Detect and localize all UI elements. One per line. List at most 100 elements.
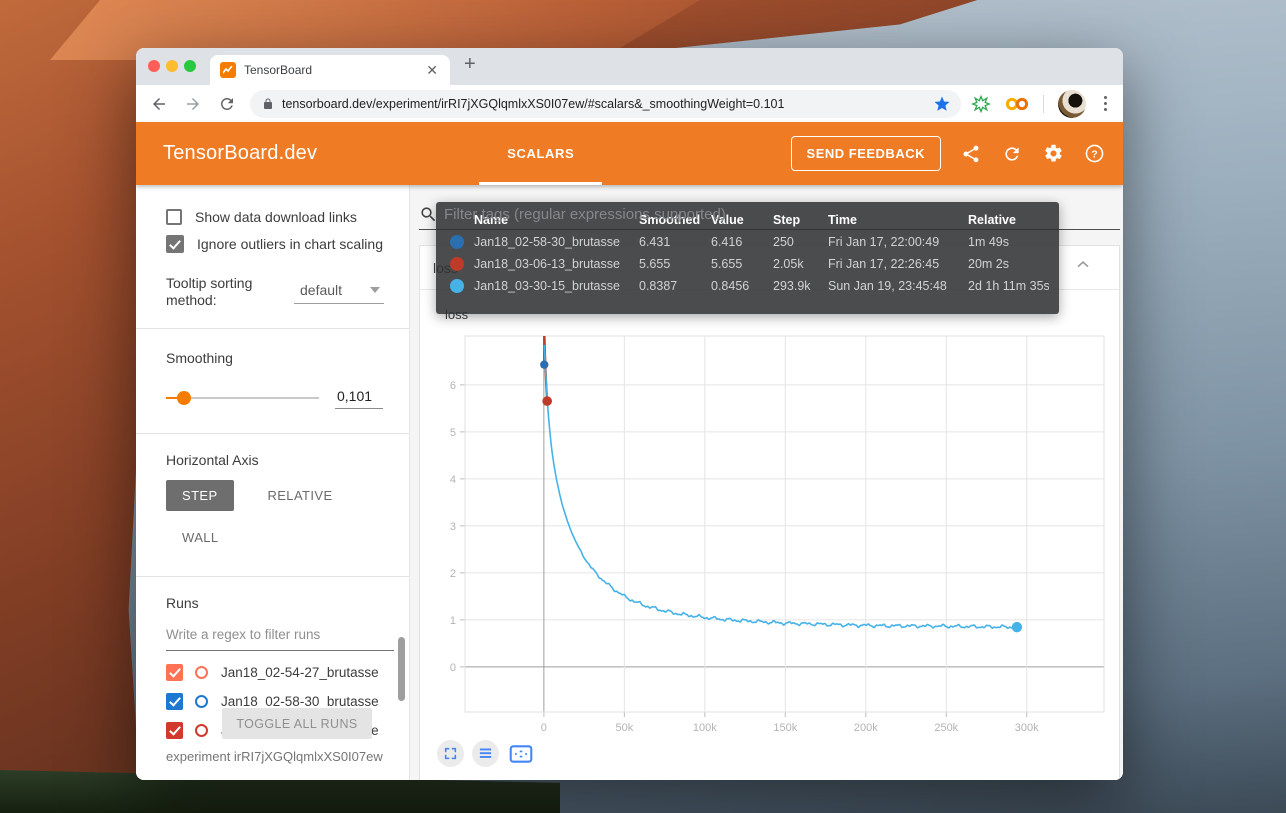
- tooltip-cell: Jan18_02-58-30_brutasse: [474, 231, 639, 253]
- tensorboard-favicon: [220, 62, 236, 78]
- tooltip-cell: Sun Jan 19, 23:45:48: [828, 275, 968, 297]
- main-content: Filter tags (regular expressions support…: [410, 185, 1123, 780]
- tooltip-row-dot-cell: [444, 253, 474, 275]
- expand-card-icon[interactable]: [437, 740, 464, 767]
- run-color-dot: [450, 279, 464, 293]
- tooltip-cell: 0.8456: [711, 275, 773, 297]
- axis-label-x: 0: [541, 722, 547, 734]
- tooltip-cell: Jan18_03-06-13_brutasse: [474, 253, 639, 275]
- run-color-circle: [195, 724, 208, 737]
- url-text: tensorboard.dev/experiment/irRI7jXGQlqml…: [282, 97, 933, 111]
- tab-title: TensorBoard: [244, 63, 424, 77]
- run-color-dot: [450, 257, 464, 271]
- axis-wall-button[interactable]: WALL: [166, 522, 235, 553]
- close-window-button[interactable]: [148, 60, 160, 72]
- toggle-all-runs-button[interactable]: TOGGLE ALL RUNS: [222, 708, 372, 739]
- axis-label-y: 0: [450, 662, 456, 674]
- data-options-icon[interactable]: [472, 740, 499, 767]
- run-row[interactable]: Jan18_02-54-27_brutasse: [166, 658, 409, 687]
- forward-icon[interactable]: [182, 93, 204, 115]
- ignore-outliers-row[interactable]: Ignore outliers in chart scaling: [166, 235, 409, 253]
- new-tab-button[interactable]: +: [464, 53, 476, 76]
- tab-close-icon[interactable]: ✕: [424, 62, 440, 79]
- send-feedback-button[interactable]: SEND FEEDBACK: [791, 136, 941, 171]
- axis-label-y: 5: [450, 427, 456, 439]
- run-color-circle: [195, 695, 208, 708]
- bookmark-star-icon[interactable]: [933, 95, 951, 113]
- ignore-outliers-checkbox[interactable]: [166, 235, 184, 253]
- axis-step-button[interactable]: STEP: [166, 480, 234, 511]
- ignore-outliers-label: Ignore outliers in chart scaling: [197, 236, 383, 252]
- horizontal-axis-label: Horizontal Axis: [166, 452, 409, 468]
- show-download-links-checkbox[interactable]: [166, 209, 182, 225]
- axis-relative-button[interactable]: RELATIVE: [251, 480, 348, 511]
- run-checkbox[interactable]: [166, 722, 183, 739]
- settings-sidebar: Show data download links Ignore outliers…: [136, 185, 410, 780]
- tooltip-column-header: Step: [773, 209, 828, 231]
- filter-tags-input[interactable]: Filter tags (regular expressions support…: [444, 206, 726, 223]
- tooltip-cell: 2d 1h 11m 35s: [968, 275, 1049, 297]
- axis-label-x: 100k: [693, 722, 717, 734]
- divider: [1043, 95, 1044, 113]
- runs-filter-input[interactable]: [166, 623, 394, 651]
- profile-avatar[interactable]: [1058, 90, 1086, 118]
- tooltip-row-dot-cell: [444, 275, 474, 297]
- axis-label-y: 6: [450, 380, 456, 392]
- axis-label-y: 3: [450, 521, 456, 533]
- browser-tab[interactable]: TensorBoard ✕: [210, 55, 450, 85]
- run-color-dot: [450, 235, 464, 249]
- tooltip-cell: Jan18_03-30-15_brutasse: [474, 275, 639, 297]
- runs-scrollbar[interactable]: [398, 637, 405, 701]
- extension-star-icon[interactable]: [971, 94, 991, 114]
- axis-label-x: 300k: [1015, 722, 1039, 734]
- loss-chart-svg[interactable]: 0123456050k100k150k200k250k300kloss: [420, 299, 1120, 739]
- loss-card: loss 0123456050k100k150k200k250k300kloss: [419, 245, 1120, 780]
- axis-label-y: 4: [450, 474, 456, 486]
- show-download-links-label: Show data download links: [195, 209, 357, 225]
- tooltip-sorting-label: Tooltip sorting method:: [166, 275, 294, 309]
- colab-icon[interactable]: [1005, 96, 1029, 112]
- tooltip-cell: Fri Jan 17, 22:00:49: [828, 231, 968, 253]
- browser-menu-icon[interactable]: [1100, 92, 1112, 116]
- run-label: Jan18_02-54-27_brutasse: [221, 665, 379, 680]
- axis-label-y: 1: [450, 615, 456, 627]
- app-title: TensorBoard.dev: [163, 142, 317, 165]
- chevron-down-icon: [370, 287, 380, 293]
- tooltip-sorting-select[interactable]: default: [294, 280, 384, 304]
- marker-dot: [540, 360, 548, 368]
- tab-scalars[interactable]: SCALARS: [479, 122, 602, 185]
- url-bar: tensorboard.dev/experiment/irRI7jXGQlqml…: [136, 85, 1123, 122]
- tooltip-cell: 1m 49s: [968, 231, 1049, 253]
- tooltip-cell: 5.655: [639, 253, 711, 275]
- minimize-window-button[interactable]: [166, 60, 178, 72]
- lock-icon: [262, 97, 274, 111]
- reload-icon[interactable]: [216, 93, 238, 115]
- smoothing-value-input[interactable]: [335, 386, 383, 409]
- back-icon[interactable]: [148, 93, 170, 115]
- axis-label-x: 250k: [934, 722, 958, 734]
- share-icon[interactable]: [960, 143, 982, 165]
- tooltip-cell: 250: [773, 231, 828, 253]
- run-label: Jan18_02-58-30_brutasse: [221, 694, 379, 709]
- run-checkbox[interactable]: [166, 664, 183, 681]
- tensorboard-header: TensorBoard.dev SCALARS SEND FEEDBACK ?: [136, 122, 1123, 185]
- series-path: [544, 345, 1016, 628]
- loss-chart[interactable]: 0123456050k100k150k200k250k300kloss: [420, 299, 1119, 739]
- smoothing-slider-knob[interactable]: [177, 391, 191, 405]
- fullscreen-window-button[interactable]: [184, 60, 196, 72]
- refresh-icon[interactable]: [1001, 143, 1023, 165]
- show-download-links-row[interactable]: Show data download links: [166, 209, 409, 225]
- settings-gear-icon[interactable]: [1042, 143, 1064, 165]
- card-footer: [420, 740, 1119, 767]
- fit-domain-icon[interactable]: [507, 740, 534, 767]
- browser-actions: [971, 90, 1112, 118]
- tooltip-row-dot-cell: [444, 231, 474, 253]
- smoothing-slider[interactable]: [166, 397, 319, 399]
- collapse-chevron-icon[interactable]: [1073, 255, 1093, 280]
- run-checkbox[interactable]: [166, 693, 183, 710]
- help-icon[interactable]: ?: [1083, 143, 1105, 165]
- tooltip-cell: 20m 2s: [968, 253, 1049, 275]
- tooltip-cell: 0.8387: [639, 275, 711, 297]
- run-color-circle: [195, 666, 208, 679]
- address-input[interactable]: tensorboard.dev/experiment/irRI7jXGQlqml…: [250, 90, 961, 118]
